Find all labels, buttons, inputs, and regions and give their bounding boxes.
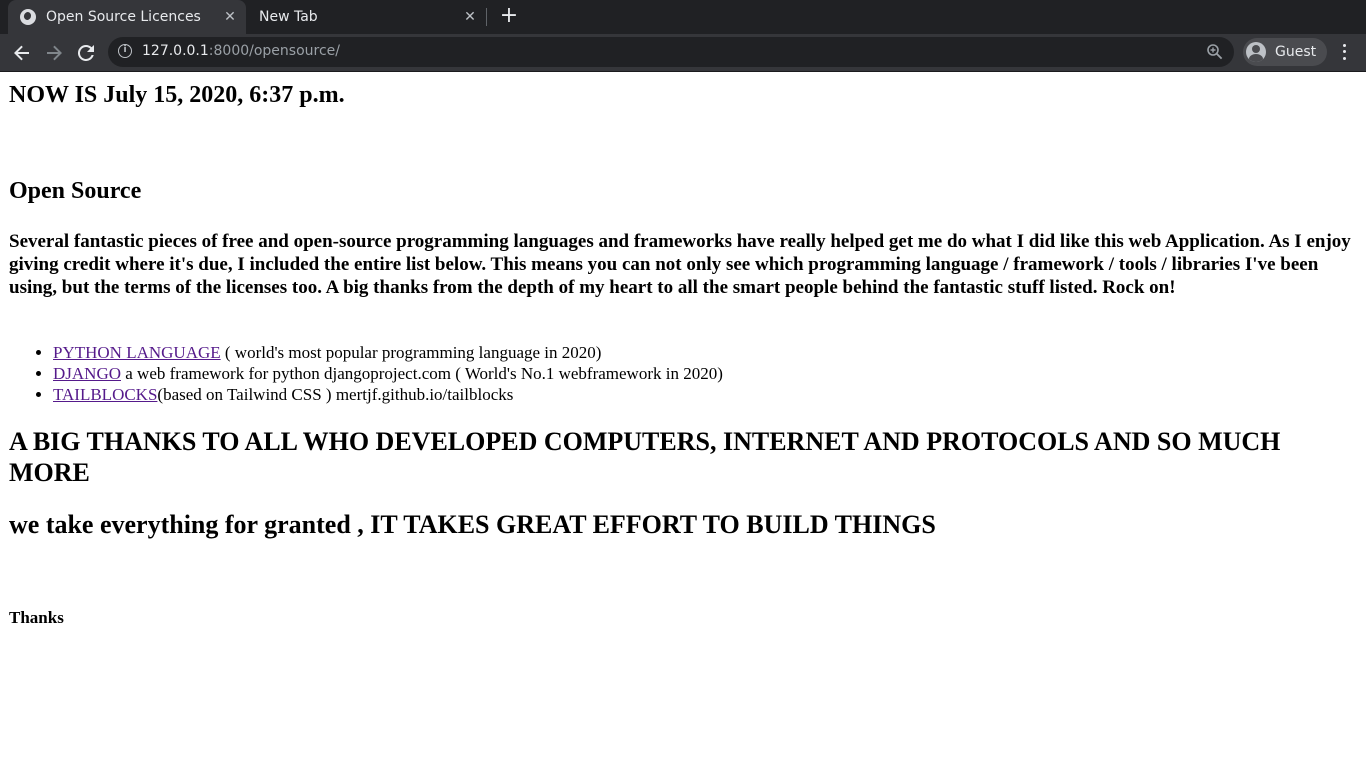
globe-icon: [20, 9, 36, 25]
granted-heading: we take everything for granted , IT TAKE…: [9, 510, 936, 539]
reload-icon[interactable]: [73, 40, 99, 66]
thanks-text: Thanks: [9, 608, 64, 627]
info-icon[interactable]: i: [118, 44, 132, 58]
big-thanks-heading: A BIG THANKS TO ALL WHO DEVELOPED COMPUT…: [9, 427, 1281, 487]
page-title: Open Source: [9, 178, 142, 204]
django-link[interactable]: DJANGO: [53, 364, 121, 383]
list-item: PYTHON LANGUAGE ( world's most popular p…: [53, 342, 723, 363]
list-item: DJANGO a web framework for python django…: [53, 363, 723, 384]
address-bar[interactable]: i 127.0.0.1:8000/opensource/: [108, 37, 1234, 67]
tab-title: New Tab: [259, 9, 318, 25]
list-item-text: ( world's most popular programming langu…: [220, 343, 602, 362]
url-text[interactable]: 127.0.0.1:8000/opensource/: [142, 43, 340, 59]
list-item-text: (based on Tailwind CSS ) mertjf.github.i…: [157, 385, 514, 404]
kebab-menu-icon[interactable]: [1336, 42, 1352, 62]
url-host: 127.0.0.1: [142, 43, 209, 59]
page-content: NOW IS July 15, 2020, 6:37 p.m. Open Sou…: [0, 72, 1366, 768]
tab-title: Open Source Licences: [46, 9, 201, 25]
browser-toolbar: i 127.0.0.1:8000/opensource/: [0, 34, 1366, 72]
back-arrow-icon[interactable]: [9, 40, 35, 66]
tailblocks-link[interactable]: TAILBLOCKS: [53, 385, 157, 404]
tab-new-tab[interactable]: New Tab ✕: [246, 0, 486, 34]
list-item-text: a web framework for python djangoproject…: [121, 364, 723, 383]
python-language-link[interactable]: PYTHON LANGUAGE: [53, 343, 221, 362]
plus-icon[interactable]: +: [498, 5, 520, 28]
close-icon[interactable]: ✕: [222, 9, 238, 25]
intro-paragraph: Several fantastic pieces of free and ope…: [9, 231, 1351, 298]
tab-strip: Open Source Licences ✕ New Tab ✕ +: [0, 0, 1366, 34]
profile-name: Guest: [1275, 44, 1317, 60]
software-list: PYTHON LANGUAGE ( world's most popular p…: [9, 342, 723, 405]
zoom-icon[interactable]: [1206, 43, 1224, 66]
forward-arrow-icon[interactable]: [41, 40, 67, 66]
close-icon[interactable]: ✕: [462, 9, 478, 25]
current-datetime: NOW IS July 15, 2020, 6:37 p.m.: [9, 82, 345, 108]
url-path: :8000/opensource/: [208, 43, 341, 59]
tab-open-source-licences[interactable]: Open Source Licences ✕: [8, 0, 246, 34]
guest-avatar-icon: [1246, 42, 1266, 62]
tab-separator: [486, 8, 487, 26]
list-item: TAILBLOCKS(based on Tailwind CSS ) mertj…: [53, 384, 723, 405]
profile-button[interactable]: Guest: [1243, 38, 1327, 66]
